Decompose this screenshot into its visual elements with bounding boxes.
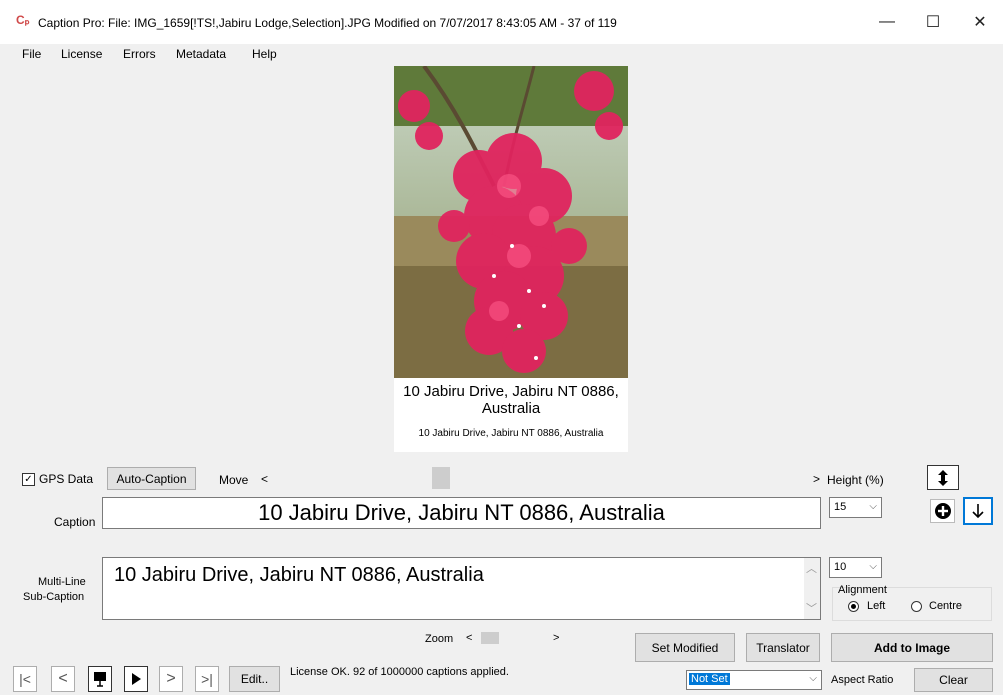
chevron-down-icon: ⌵ xyxy=(869,561,877,572)
aspect-ratio-select[interactable]: Not Set ⌵ xyxy=(686,670,822,690)
menu-file[interactable]: File xyxy=(22,47,41,61)
align-centre-radio[interactable] xyxy=(911,601,922,612)
gps-data-label: GPS Data xyxy=(39,472,94,486)
caption-label: Caption xyxy=(54,515,96,529)
translator-button[interactable]: Translator xyxy=(746,633,820,662)
first-image-button[interactable]: |< xyxy=(13,666,37,692)
previous-image-button[interactable]: < xyxy=(51,666,75,692)
window-title: Caption Pro: File: IMG_1659[!TS!,Jabiru … xyxy=(38,16,617,30)
zoom-right-arrow[interactable]: > xyxy=(553,632,559,644)
scroll-up-icon[interactable]: ︿ xyxy=(806,560,817,576)
zoom-label: Zoom xyxy=(425,633,454,645)
caption-height-select[interactable]: 15 ⌵ xyxy=(829,497,882,518)
bougainvillea-image xyxy=(394,66,628,378)
auto-caption-button[interactable]: Auto-Caption xyxy=(107,467,196,490)
gps-data-checkbox[interactable]: ✓ xyxy=(22,473,35,486)
preview-caption-text: 10 Jabiru Drive, Jabiru NT 0886, Austral… xyxy=(403,383,619,417)
close-button[interactable]: ✕ xyxy=(957,0,1003,44)
menu-license[interactable]: License xyxy=(61,47,102,61)
menu-metadata[interactable]: Metadata xyxy=(176,47,226,61)
menu-errors[interactable]: Errors xyxy=(123,47,156,61)
scroll-down-icon[interactable]: ﹀ xyxy=(806,600,817,616)
move-slider-track[interactable] xyxy=(273,467,809,489)
multiline-label-1: Multi-Line xyxy=(38,576,86,588)
caption-height-value: 15 xyxy=(834,501,847,513)
align-left-radio[interactable] xyxy=(848,601,859,612)
aspect-ratio-value: Not Set xyxy=(689,673,730,685)
zoom-left-arrow[interactable]: < xyxy=(466,632,472,644)
next-image-button[interactable]: > xyxy=(159,666,183,692)
play-icon[interactable] xyxy=(124,666,148,692)
maximize-button[interactable]: ☐ xyxy=(910,0,956,44)
align-left-label: Left xyxy=(867,600,886,612)
multiline-label-2: Sub-Caption xyxy=(23,591,85,603)
height-toggle-icon[interactable] xyxy=(927,465,959,490)
move-label: Move xyxy=(219,473,249,487)
caption-input[interactable]: 10 Jabiru Drive, Jabiru NT 0886, Austral… xyxy=(102,497,821,529)
alignment-label: Alignment xyxy=(838,584,887,596)
slideshow-icon[interactable] xyxy=(88,666,112,692)
aspect-ratio-label: Aspect Ratio xyxy=(831,674,894,686)
plus-circle-icon[interactable] xyxy=(930,499,955,523)
app-icon: Cₚ xyxy=(16,13,30,27)
edit-button[interactable]: Edit.. xyxy=(229,666,280,692)
subcaption-textarea[interactable]: 10 Jabiru Drive, Jabiru NT 0886, Austral… xyxy=(102,557,821,620)
zoom-slider-thumb[interactable] xyxy=(481,632,499,644)
set-modified-button[interactable]: Set Modified xyxy=(635,633,735,662)
move-left-arrow[interactable]: < xyxy=(261,472,268,486)
menu-help[interactable]: Help xyxy=(252,47,277,61)
subcaption-size-value: 10 xyxy=(834,561,847,573)
move-right-arrow[interactable]: > xyxy=(813,472,820,486)
chevron-down-icon: ⌵ xyxy=(809,673,817,684)
down-arrow-icon[interactable] xyxy=(963,497,993,525)
align-centre-label: Centre xyxy=(929,600,963,612)
preview-subcaption-text: 10 Jabiru Drive, Jabiru NT 0886, Austral… xyxy=(418,428,604,439)
preview-caption-panel: 10 Jabiru Drive, Jabiru NT 0886, Austral… xyxy=(394,378,628,452)
last-image-button[interactable]: >| xyxy=(195,666,219,692)
height-label: Height (%) xyxy=(827,473,884,487)
license-status: License OK. 92 of 1000000 captions appli… xyxy=(290,666,509,678)
photo-preview xyxy=(394,66,628,378)
minimize-button[interactable]: — xyxy=(864,0,910,44)
subcaption-text: 10 Jabiru Drive, Jabiru NT 0886, Austral… xyxy=(114,564,484,586)
add-to-image-button[interactable]: Add to Image xyxy=(831,633,993,662)
chevron-down-icon: ⌵ xyxy=(869,501,877,512)
subcaption-scrollbar[interactable]: ︿ ﹀ xyxy=(804,558,820,619)
move-slider-thumb[interactable] xyxy=(432,467,450,489)
clear-button[interactable]: Clear xyxy=(914,668,993,692)
subcaption-size-select[interactable]: 10 ⌵ xyxy=(829,557,882,578)
